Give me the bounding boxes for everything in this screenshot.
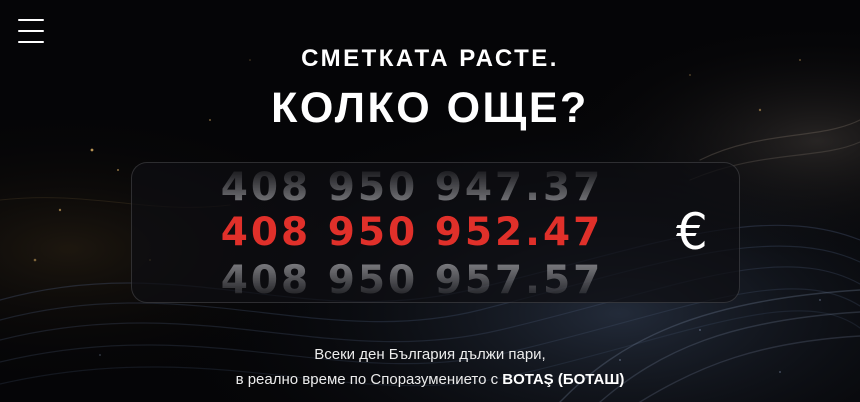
- botas-highlight: BOTAŞ (БОТАШ): [502, 371, 625, 388]
- counter-current-value: 408 950 952.47: [220, 210, 604, 255]
- menu-bar-top: [18, 19, 44, 21]
- menu-bar-middle: [18, 30, 44, 32]
- counter-next-value: 408 950 957.57: [220, 258, 604, 303]
- description-line-2-prefix: в реално време по Споразумението с: [235, 371, 503, 388]
- counter-previous-value: 408 950 947.37: [220, 165, 604, 210]
- menu-bar-bottom: [18, 41, 44, 43]
- euro-icon: €: [676, 203, 708, 261]
- hamburger-menu-icon[interactable]: [18, 19, 44, 43]
- description-line-2: в реално време по Споразумението с BOTAŞ…: [0, 367, 860, 392]
- description-line-1: Всеки ден България дължи пари,: [314, 346, 546, 363]
- hero-headline: КОЛКО ОЩЕ?: [271, 84, 589, 132]
- hero-eyebrow: СМЕТКАТА РАСТЕ.: [301, 45, 559, 72]
- description-text: Всеки ден България дължи пари, в реално …: [0, 342, 860, 392]
- debt-counter: 408 950 947.37 408 950 952.47 408 950 95…: [131, 162, 740, 303]
